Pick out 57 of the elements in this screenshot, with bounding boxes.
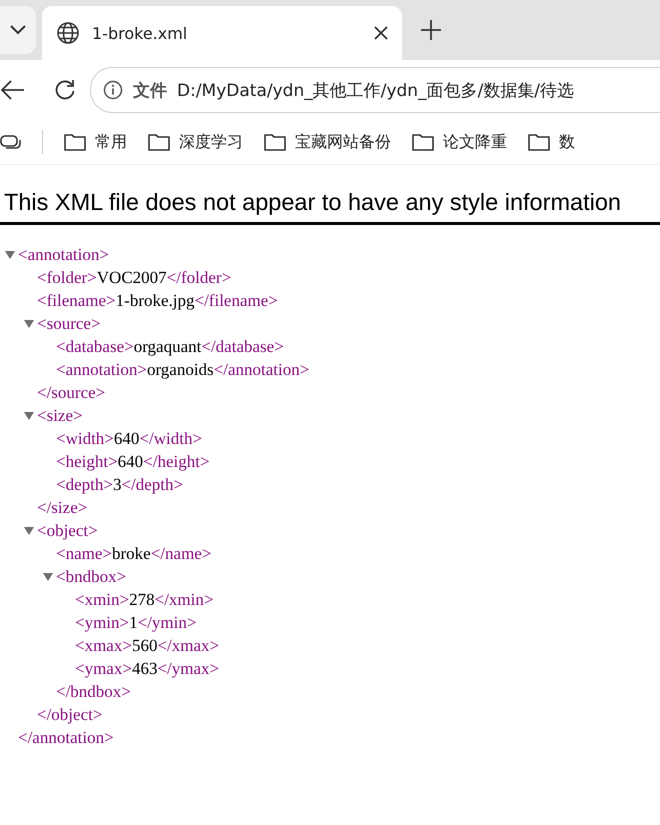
folder-icon [263, 132, 287, 152]
close-tab-button[interactable] [374, 26, 388, 40]
tab-groups-icon[interactable] [0, 134, 22, 150]
collapse-triangle-icon[interactable] [42, 572, 54, 582]
bookmark-folder[interactable]: 论文降重 [411, 132, 507, 152]
xml-close-tag: </annotation> [18, 728, 114, 748]
bookmark-label: 论文降重 [443, 132, 507, 152]
bookmark-label: 常用 [95, 132, 127, 152]
back-button[interactable] [0, 79, 26, 101]
xml-element-line: <folder>VOC2007</folder> [37, 268, 232, 288]
new-tab-button[interactable] [420, 19, 442, 41]
xml-element-line: <filename>1-broke.jpg</filename> [37, 290, 278, 310]
xml-open-tag: <object> [37, 520, 98, 540]
xml-element-line: <depth>3</depth> [56, 474, 184, 494]
bookmark-label: 深度学习 [179, 132, 243, 152]
xml-element-line: <height>640</height> [56, 452, 210, 472]
xml-element-line: <name>broke</name> [56, 544, 212, 564]
xml-open-tag: <bndbox> [56, 566, 126, 586]
xml-close-tag: </bndbox> [56, 682, 131, 702]
url-text: D:/MyData/ydn_其他工作/ydn_面包多/数据集/待选 [177, 80, 574, 102]
style-notice: This XML file does not appear to have any style information [0, 189, 660, 225]
globe-icon [56, 21, 80, 45]
xml-element-line: <xmax>560</xmax> [75, 636, 220, 656]
xml-element-line: <width>640</width> [56, 428, 202, 448]
reload-button[interactable] [54, 79, 76, 101]
xml-element-line: <xmin>278</xmin> [75, 590, 214, 610]
scheme-label: 文件 [133, 80, 167, 102]
bookmark-folder[interactable]: 深度学习 [147, 132, 243, 152]
collapse-triangle-icon[interactable] [23, 526, 35, 536]
tab-title: 1-broke.xml [92, 24, 188, 42]
xml-open-tag: <annotation> [18, 244, 109, 264]
address-bar[interactable]: 文件 D:/MyData/ydn_其他工作/ydn_面包多/数据集/待选 [90, 67, 660, 113]
folder-icon [527, 132, 551, 152]
xml-element-line: <ymax>463</ymax> [75, 658, 220, 678]
collapse-triangle-icon[interactable] [23, 410, 35, 420]
bookmark-label: 数 [559, 132, 575, 152]
bookmark-folder[interactable]: 宝藏网站备份 [263, 132, 391, 152]
xml-close-tag: </object> [37, 704, 102, 724]
bookmark-label: 宝藏网站备份 [295, 132, 391, 152]
bookmark-folder[interactable]: 数 [527, 132, 575, 152]
collapse-triangle-icon[interactable] [4, 250, 16, 260]
folder-icon [411, 132, 435, 152]
collapse-triangle-icon[interactable] [23, 318, 35, 328]
xml-element-line: <annotation>organoids</annotation> [56, 360, 310, 380]
folder-icon [147, 132, 171, 152]
info-icon [103, 80, 123, 100]
chevron-down-icon [9, 24, 27, 36]
bookmark-folder[interactable]: 常用 [63, 132, 127, 152]
xml-open-tag: <size> [37, 406, 83, 426]
folder-icon [63, 132, 87, 152]
xml-open-tag: <source> [37, 314, 101, 334]
xml-close-tag: </size> [37, 498, 88, 518]
xml-close-tag: </source> [37, 382, 106, 402]
xml-element-line: <database>orgaquant</database> [56, 336, 284, 356]
browser-tab[interactable]: 1-broke.xml [42, 6, 402, 60]
xml-element-line: <ymin>1</ymin> [75, 612, 196, 632]
tab-list-button[interactable] [0, 6, 36, 54]
